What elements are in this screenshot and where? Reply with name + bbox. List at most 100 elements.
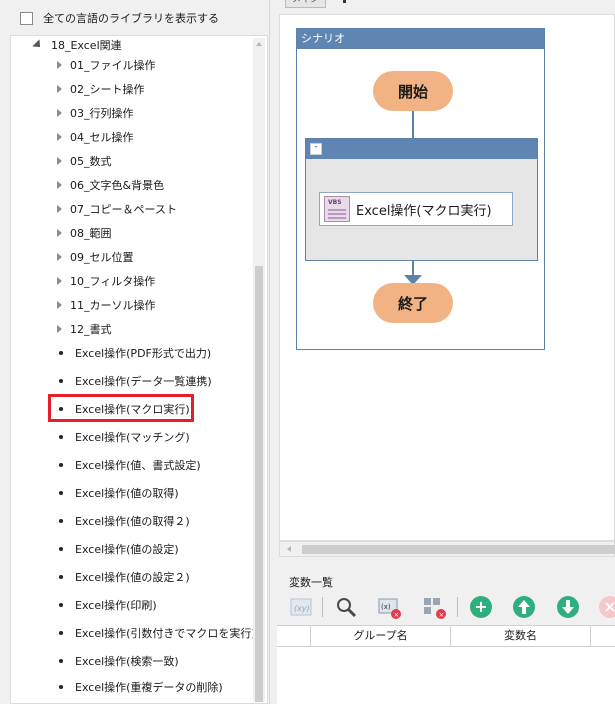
bullet-icon xyxy=(59,659,63,663)
vertical-scrollbar[interactable] xyxy=(253,38,265,702)
collapsed-caret-icon[interactable] xyxy=(57,253,62,261)
hscrollbar-thumb[interactable] xyxy=(302,545,615,554)
horizontal-scrollbar[interactable] xyxy=(279,541,615,557)
collapsed-caret-icon[interactable] xyxy=(57,181,62,189)
tree-folder[interactable]: 08_範囲 xyxy=(57,222,112,244)
start-node[interactable]: 開始 xyxy=(373,71,453,111)
collapsed-caret-icon[interactable] xyxy=(57,205,62,213)
item-label: Excel操作(重複データの削除) xyxy=(75,681,223,694)
tree-folder[interactable]: 03_行列操作 xyxy=(57,102,134,124)
collapsed-caret-icon[interactable] xyxy=(57,325,62,333)
search-icon[interactable] xyxy=(335,596,357,618)
collapsed-caret-icon[interactable] xyxy=(57,229,62,237)
tree-item[interactable]: Excel操作(データ一覧連携) xyxy=(59,370,212,392)
tree-folder[interactable]: 07_コピー＆ペースト xyxy=(57,198,177,220)
scroll-left-arrow-icon[interactable] xyxy=(287,546,291,552)
remove-icon[interactable]: × xyxy=(599,596,615,618)
item-label: Excel操作(値の設定) xyxy=(75,543,179,556)
item-label: Excel操作(データ一覧連携) xyxy=(75,375,212,388)
folder-label: 08_範囲 xyxy=(70,227,112,240)
library-tree: 18_Excel関連 01_ファイル操作 02_シート操作 03_行列操作 04… xyxy=(10,35,268,704)
tree-item[interactable]: Excel操作(PDF形式で出力) xyxy=(59,342,211,364)
collapsed-caret-icon[interactable] xyxy=(57,109,62,117)
group-block[interactable]: - VBS Excel操作(マクロ実行) xyxy=(305,138,538,261)
folder-label: 11_カーソル操作 xyxy=(70,299,156,312)
svg-text:(x): (x) xyxy=(381,603,391,611)
tree-item[interactable]: Excel操作(印刷) xyxy=(59,594,157,616)
tab-main[interactable]: メイン xyxy=(285,0,327,8)
show-all-languages-option[interactable]: 全ての言語のライブラリを表示する xyxy=(20,10,219,26)
tree-item[interactable]: Excel操作(マッチング) xyxy=(59,426,190,448)
expanded-caret-icon[interactable] xyxy=(32,39,44,51)
tree-folder[interactable]: 04_セル操作 xyxy=(57,126,134,148)
collapsed-caret-icon[interactable] xyxy=(57,133,62,141)
tree-folder[interactable]: 06_文字色&背景色 xyxy=(57,174,164,196)
scenario-container[interactable]: シナリオ 開始 - VBS Excel操作(マクロ実行) 終了 xyxy=(296,28,545,350)
tree-item[interactable]: Excel操作(検索一致) xyxy=(59,650,179,672)
delete-grid-icon[interactable]: × xyxy=(423,596,446,619)
connector-line xyxy=(412,261,414,275)
xy-variable-icon[interactable]: (xy) xyxy=(290,596,312,618)
tree-item[interactable]: Excel操作(値の取得２) xyxy=(59,510,190,532)
collapsed-caret-icon[interactable] xyxy=(57,61,62,69)
move-up-icon[interactable] xyxy=(513,596,535,618)
folder-label: 05_数式 xyxy=(70,155,112,168)
tree-folder[interactable]: 02_シート操作 xyxy=(57,78,145,100)
folder-label: 02_シート操作 xyxy=(70,83,145,96)
folder-label: 06_文字色&背景色 xyxy=(70,179,165,192)
tree-item[interactable]: Excel操作(値、書式設定) xyxy=(59,454,201,476)
collapse-button[interactable]: - xyxy=(310,143,322,155)
item-label: Excel操作(検索一致) xyxy=(75,655,179,668)
tree-folder[interactable]: 10_フィルタ操作 xyxy=(57,270,155,292)
action-node-macro[interactable]: VBS Excel操作(マクロ実行) xyxy=(319,192,513,226)
tab-overflow-icon[interactable] xyxy=(343,0,346,3)
editor-area: メイン シナリオ 開始 - VBS Excel操作(マクロ実行) 終了 変数一覧… xyxy=(277,0,615,704)
tree-item[interactable]: Excel操作(引数付きでマクロを実行) xyxy=(59,622,256,644)
bullet-icon xyxy=(59,603,63,607)
collapsed-caret-icon[interactable] xyxy=(57,277,62,285)
column-header-variable[interactable]: 変数名 xyxy=(450,626,590,647)
vbs-script-icon: VBS xyxy=(324,196,350,222)
bullet-icon xyxy=(59,519,63,523)
svg-text:(xy): (xy) xyxy=(294,604,310,613)
scrollbar-thumb[interactable] xyxy=(255,266,263,702)
tree-folder[interactable]: 12_書式 xyxy=(57,318,112,340)
toolbar-separator xyxy=(457,597,458,617)
folder-label: 12_書式 xyxy=(70,323,112,336)
collapsed-caret-icon[interactable] xyxy=(57,301,62,309)
delete-variable-icon[interactable]: (x) × xyxy=(378,596,401,619)
column-header-group[interactable]: グループ名 xyxy=(310,626,450,647)
collapsed-caret-icon[interactable] xyxy=(57,85,62,93)
scroll-up-arrow-icon[interactable] xyxy=(256,42,262,46)
item-label: Excel操作(PDF形式で出力) xyxy=(75,347,212,360)
collapsed-caret-icon[interactable] xyxy=(57,157,62,165)
folder-label: 10_フィルタ操作 xyxy=(70,275,156,288)
scenario-canvas[interactable]: シナリオ 開始 - VBS Excel操作(マクロ実行) 終了 xyxy=(279,14,615,541)
folder-label: 07_コピー＆ペースト xyxy=(70,203,177,216)
scenario-title: シナリオ xyxy=(297,29,544,49)
variables-grid: グループ名 変数名 xyxy=(277,625,615,704)
bullet-icon xyxy=(59,685,63,689)
bullet-icon xyxy=(59,463,63,467)
tree-item[interactable]: Excel操作(値の設定２) xyxy=(59,566,190,588)
tree-folder[interactable]: 05_数式 xyxy=(57,150,112,172)
tab-strip: メイン xyxy=(277,0,615,14)
bullet-icon xyxy=(59,631,63,635)
group-header: - xyxy=(306,139,537,159)
tree-item[interactable]: Excel操作(値の設定) xyxy=(59,538,179,560)
tree-item[interactable]: Excel操作(重複データの削除) xyxy=(59,676,223,698)
toolbar-separator xyxy=(322,597,323,617)
tree-folder[interactable]: 01_ファイル操作 xyxy=(57,54,156,76)
end-node[interactable]: 終了 xyxy=(373,283,453,323)
bullet-icon xyxy=(59,547,63,551)
tree-item[interactable]: Excel操作(値の取得) xyxy=(59,482,179,504)
tree-folder[interactable]: 11_カーソル操作 xyxy=(57,294,156,316)
tree-node-excel[interactable]: 18_Excel関連 xyxy=(32,36,122,56)
bullet-icon xyxy=(59,351,63,355)
move-down-icon[interactable] xyxy=(557,596,579,618)
tree-folder[interactable]: 09_セル位置 xyxy=(57,246,134,268)
add-icon[interactable]: + xyxy=(470,596,492,618)
show-all-languages-checkbox[interactable] xyxy=(20,11,33,25)
connector-line xyxy=(412,111,414,138)
column-header-extra[interactable] xyxy=(590,626,615,647)
